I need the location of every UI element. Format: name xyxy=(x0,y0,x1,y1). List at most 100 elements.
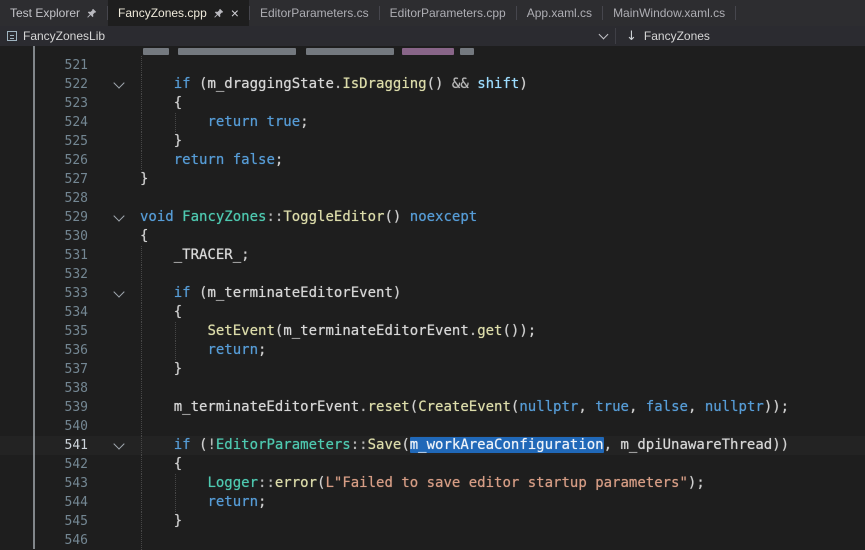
line-number[interactable]: 536 xyxy=(0,341,88,360)
line-number[interactable]: 539 xyxy=(0,398,88,417)
code-line[interactable]: 540 xyxy=(0,417,865,436)
line-number[interactable]: 537 xyxy=(0,360,88,379)
code-text[interactable]: } xyxy=(140,132,182,151)
code-line[interactable]: 533 if (m_terminateEditorEvent) xyxy=(0,284,865,303)
code-line[interactable]: 528 xyxy=(0,189,865,208)
tab-editorparameters-cs[interactable]: EditorParameters.cs xyxy=(250,0,379,26)
tab-test-explorer[interactable]: Test Explorer xyxy=(0,0,107,26)
line-number[interactable]: 533 xyxy=(0,284,88,303)
code-token: } xyxy=(140,133,182,149)
tab-app-xaml-cs[interactable]: App.xaml.cs xyxy=(517,0,602,26)
code-text[interactable]: SetEvent(m_terminateEditorEvent.get()); xyxy=(140,322,536,341)
code-line[interactable]: 543 Logger::error(L"Failed to save edito… xyxy=(0,474,865,493)
code-line[interactable]: 531 _TRACER_; xyxy=(0,246,865,265)
tab-mainwindow-xaml-cs[interactable]: MainWindow.xaml.cs xyxy=(603,0,735,26)
code-line[interactable]: 525 } xyxy=(0,132,865,151)
pin-icon[interactable] xyxy=(86,8,97,19)
line-number[interactable]: 541 xyxy=(0,436,88,455)
close-icon[interactable]: × xyxy=(231,6,239,20)
fold-toggle[interactable] xyxy=(88,436,140,455)
fold-toggle[interactable] xyxy=(88,75,140,94)
code-text[interactable]: return; xyxy=(140,493,266,512)
project-dropdown[interactable]: FancyZonesLib xyxy=(3,26,615,46)
code-text[interactable]: } xyxy=(140,360,182,379)
code-text[interactable]: { xyxy=(140,303,182,322)
line-number[interactable]: 526 xyxy=(0,151,88,170)
code-line[interactable]: 526 return false; xyxy=(0,151,865,170)
code-text[interactable]: return true; xyxy=(140,113,309,132)
code-text[interactable]: } xyxy=(140,170,148,189)
code-line[interactable]: 529 void FancyZones::ToggleEditor() noexc… xyxy=(0,208,865,227)
code-line[interactable]: 546 xyxy=(0,531,865,550)
code-token: ( xyxy=(191,285,208,301)
code-token: Save xyxy=(368,437,402,453)
code-line[interactable]: 539 m_terminateEditorEvent.reset(CreateE… xyxy=(0,398,865,417)
fold-toggle[interactable] xyxy=(88,208,140,227)
line-number[interactable]: 534 xyxy=(0,303,88,322)
line-number[interactable]: 535 xyxy=(0,322,88,341)
member-dropdown[interactable]: ↓ FancyZones xyxy=(616,26,720,46)
code-text[interactable]: _TRACER_; xyxy=(140,246,250,265)
line-number[interactable]: 531 xyxy=(0,246,88,265)
code-line[interactable]: 522 if (m_draggingState.IsDragging() && … xyxy=(0,75,865,94)
code-text[interactable]: Logger::error(L"Failed to save editor st… xyxy=(140,474,705,493)
line-number[interactable]: 538 xyxy=(0,379,88,398)
code-line[interactable]: 534 { xyxy=(0,303,865,322)
code-text[interactable]: void FancyZones::ToggleEditor() noexcept xyxy=(140,208,477,227)
line-number[interactable]: 522 xyxy=(0,75,88,94)
code-token: return xyxy=(207,114,258,130)
code-token: ; xyxy=(241,247,249,263)
line-number[interactable]: 529 xyxy=(0,208,88,227)
line-number[interactable]: 530 xyxy=(0,227,88,246)
tab-fancyzones-cpp[interactable]: FancyZones.cpp× xyxy=(108,0,249,26)
line-number[interactable]: 546 xyxy=(0,531,88,550)
code-text[interactable]: return false; xyxy=(140,151,283,170)
fold-toggle[interactable] xyxy=(88,284,140,303)
code-token: CreateEvent xyxy=(418,399,511,415)
code-token xyxy=(140,342,207,358)
line-number[interactable]: 543 xyxy=(0,474,88,493)
code-line[interactable]: 542 { xyxy=(0,455,865,474)
code-text[interactable]: if (m_terminateEditorEvent) xyxy=(140,284,401,303)
code-editor[interactable]: 521522 if (m_draggingState.IsDragging() … xyxy=(0,46,865,549)
pin-icon[interactable] xyxy=(213,8,224,19)
line-number[interactable]: 524 xyxy=(0,113,88,132)
code-token: ) xyxy=(393,285,401,301)
code-token: if xyxy=(174,437,191,453)
fold-margin xyxy=(88,227,140,246)
line-number[interactable]: 527 xyxy=(0,170,88,189)
code-text[interactable]: { xyxy=(140,94,182,113)
code-text[interactable]: if (!EditorParameters::Save(m_workAreaCo… xyxy=(140,436,789,455)
line-number[interactable]: 523 xyxy=(0,94,88,113)
code-line[interactable]: 536 return; xyxy=(0,341,865,360)
code-line[interactable]: 532 xyxy=(0,265,865,284)
code-token: , xyxy=(604,437,621,453)
line-number[interactable]: 540 xyxy=(0,417,88,436)
line-number[interactable]: 532 xyxy=(0,265,88,284)
code-line[interactable]: 521 xyxy=(0,56,865,75)
code-text[interactable]: if (m_draggingState.IsDragging() && shif… xyxy=(140,75,528,94)
line-number[interactable]: 544 xyxy=(0,493,88,512)
line-number[interactable]: 528 xyxy=(0,189,88,208)
code-text[interactable]: { xyxy=(140,455,182,474)
code-text[interactable]: m_terminateEditorEvent.reset(CreateEvent… xyxy=(140,398,789,417)
code-line[interactable]: 527} xyxy=(0,170,865,189)
line-number[interactable]: 545 xyxy=(0,512,88,531)
code-line[interactable]: 541 if (!EditorParameters::Save(m_workAr… xyxy=(0,436,865,455)
code-line[interactable]: 544 return; xyxy=(0,493,865,512)
line-number[interactable]: 525 xyxy=(0,132,88,151)
code-line[interactable]: 524 return true; xyxy=(0,113,865,132)
line-number[interactable]: 521 xyxy=(0,56,88,75)
indent-guide xyxy=(141,379,142,398)
code-line[interactable]: 545 } xyxy=(0,512,865,531)
code-line[interactable]: 530 { xyxy=(0,227,865,246)
code-text[interactable]: return; xyxy=(140,341,266,360)
code-text[interactable]: { xyxy=(140,227,148,246)
code-line[interactable]: 523 { xyxy=(0,94,865,113)
code-line[interactable]: 535 SetEvent(m_terminateEditorEvent.get(… xyxy=(0,322,865,341)
tab-editorparameters-cpp[interactable]: EditorParameters.cpp xyxy=(380,0,516,26)
line-number[interactable]: 542 xyxy=(0,455,88,474)
code-line[interactable]: 537 } xyxy=(0,360,865,379)
code-text[interactable]: } xyxy=(140,512,182,531)
code-line[interactable]: 538 xyxy=(0,379,865,398)
